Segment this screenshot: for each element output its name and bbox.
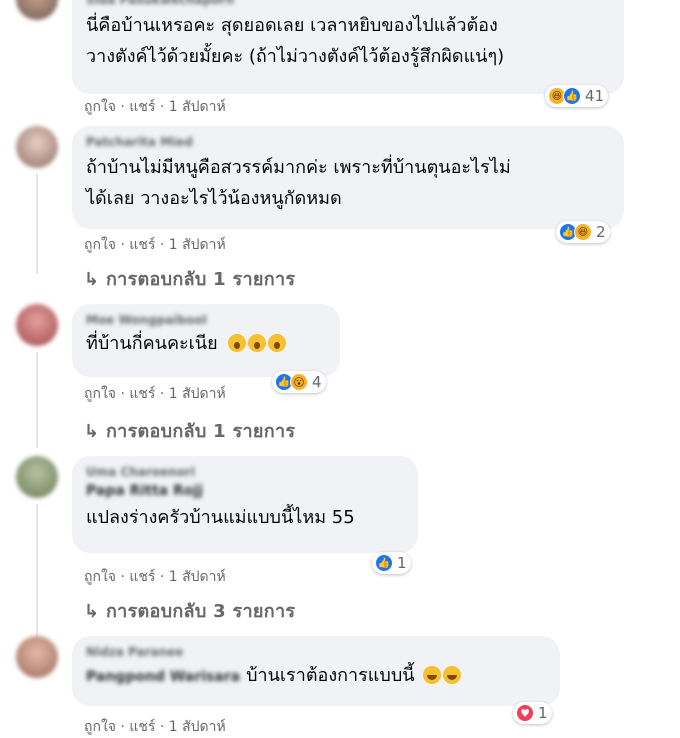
- share-link[interactable]: แชร์: [129, 386, 155, 402]
- comment-author[interactable]: Nidza Paranee: [86, 644, 546, 660]
- reaction-count: 4: [312, 373, 322, 391]
- haha-icon: 😆: [574, 223, 592, 241]
- thread-line: [36, 352, 38, 448]
- comment-author[interactable]: Moe Wongpaibool: [86, 312, 326, 328]
- comment-author[interactable]: Patcharita Mied: [86, 134, 610, 150]
- reaction-summary[interactable]: ♥ 1: [513, 702, 552, 724]
- comment-text: ที่บ้านกี่คนคะเนีย: [86, 333, 218, 354]
- timestamp[interactable]: 1 สัปดาห์: [169, 719, 226, 735]
- avatar[interactable]: [16, 456, 58, 498]
- avatar[interactable]: [16, 636, 58, 678]
- comment-text: แปลงร่างครัวบ้านแม่แบบนี้ไหม 55: [86, 507, 355, 528]
- comment-bubble: Uma Charoenori Papa Ritta Rojj แปลงร่างค…: [72, 456, 418, 553]
- view-replies-link[interactable]: ↳ การตอบกลับ 3 รายการ: [84, 596, 295, 625]
- view-replies-link[interactable]: ↳ การตอบกลับ 1 รายการ: [84, 264, 295, 293]
- reaction-summary[interactable]: 👍 😆 2: [556, 221, 610, 243]
- like-icon: 👍: [563, 87, 581, 105]
- reaction-count: 1: [397, 554, 407, 572]
- timestamp[interactable]: 1 สัปดาห์: [169, 237, 226, 253]
- love-icon: ♥: [516, 704, 534, 722]
- share-link[interactable]: แชร์: [129, 719, 155, 735]
- comment-actions: ถูกใจ · แชร์ · 1 สัปดาห์: [84, 569, 226, 585]
- comment-actions: ถูกใจ · แชร์ · 1 สัปดาห์: [84, 237, 226, 253]
- timestamp[interactable]: 1 สัปดาห์: [169, 569, 226, 585]
- like-link[interactable]: ถูกใจ: [84, 386, 116, 402]
- reaction-summary[interactable]: 😆 👍 41: [545, 85, 609, 107]
- comment-bubble: Patcharita Mied ถ้าบ้านไม่มีหนูคือสวรรค์…: [72, 126, 624, 229]
- timestamp[interactable]: 1 สัปดาห์: [169, 386, 226, 402]
- like-link[interactable]: ถูกใจ: [84, 237, 116, 253]
- reaction-count: 2: [596, 223, 606, 241]
- avatar[interactable]: [16, 304, 58, 346]
- avatar[interactable]: [16, 0, 58, 20]
- like-link[interactable]: ถูกใจ: [84, 719, 116, 735]
- wow-icon: 😮: [290, 373, 308, 391]
- comment-actions: ถูกใจ · แชร์ · 1 สัปดาห์: [84, 99, 226, 115]
- like-link[interactable]: ถูกใจ: [84, 569, 116, 585]
- thread-line: [36, 174, 38, 274]
- comment-text: ถ้าบ้านไม่มีหนูคือสวรรค์มากค่ะ เพราะที่บ…: [86, 157, 511, 209]
- comment-author[interactable]: Uma Charoenori: [86, 464, 404, 480]
- comment-actions: ถูกใจ · แชร์ · 1 สัปดาห์: [84, 386, 226, 402]
- comment-actions: ถูกใจ · แชร์ · 1 สัปดาห์: [84, 719, 226, 735]
- tagged-user[interactable]: Pangpond Warisara: [86, 668, 240, 686]
- comment-author[interactable]: Sida Pasukwechaporn: [86, 0, 610, 8]
- comment-text: นี่คือบ้านเหรอคะ สุดยอดเลย เวลาหยิบของไป…: [86, 15, 505, 67]
- like-icon: 👍: [375, 554, 393, 572]
- comment-text: บ้านเราต้องการแบบนี้: [246, 665, 415, 686]
- wow-emoji-icon: [226, 334, 286, 353]
- reaction-count: 1: [538, 704, 548, 722]
- timestamp[interactable]: 1 สัปดาห์: [169, 99, 226, 115]
- tagged-user[interactable]: Papa Ritta Rojj: [86, 482, 404, 500]
- comment-bubble: Sida Pasukwechaporn นี่คือบ้านเหรอคะ สุด…: [72, 0, 624, 94]
- share-link[interactable]: แชร์: [129, 237, 155, 253]
- comment-bubble: Nidza Paranee Pangpond Warisara บ้านเราต…: [72, 636, 560, 706]
- reaction-summary[interactable]: 👍 1: [372, 552, 411, 574]
- share-link[interactable]: แชร์: [129, 99, 155, 115]
- like-link[interactable]: ถูกใจ: [84, 99, 116, 115]
- share-link[interactable]: แชร์: [129, 569, 155, 585]
- thread-line: [36, 504, 38, 642]
- view-replies-link[interactable]: ↳ การตอบกลับ 1 รายการ: [84, 416, 295, 445]
- avatar[interactable]: [16, 126, 58, 168]
- reaction-summary[interactable]: 👍 😮 4: [272, 371, 326, 393]
- reaction-count: 41: [585, 87, 605, 105]
- laughing-emoji-icon: [421, 666, 461, 685]
- comment-bubble: Moe Wongpaibool ที่บ้านกี่คนคะเนีย: [72, 304, 340, 377]
